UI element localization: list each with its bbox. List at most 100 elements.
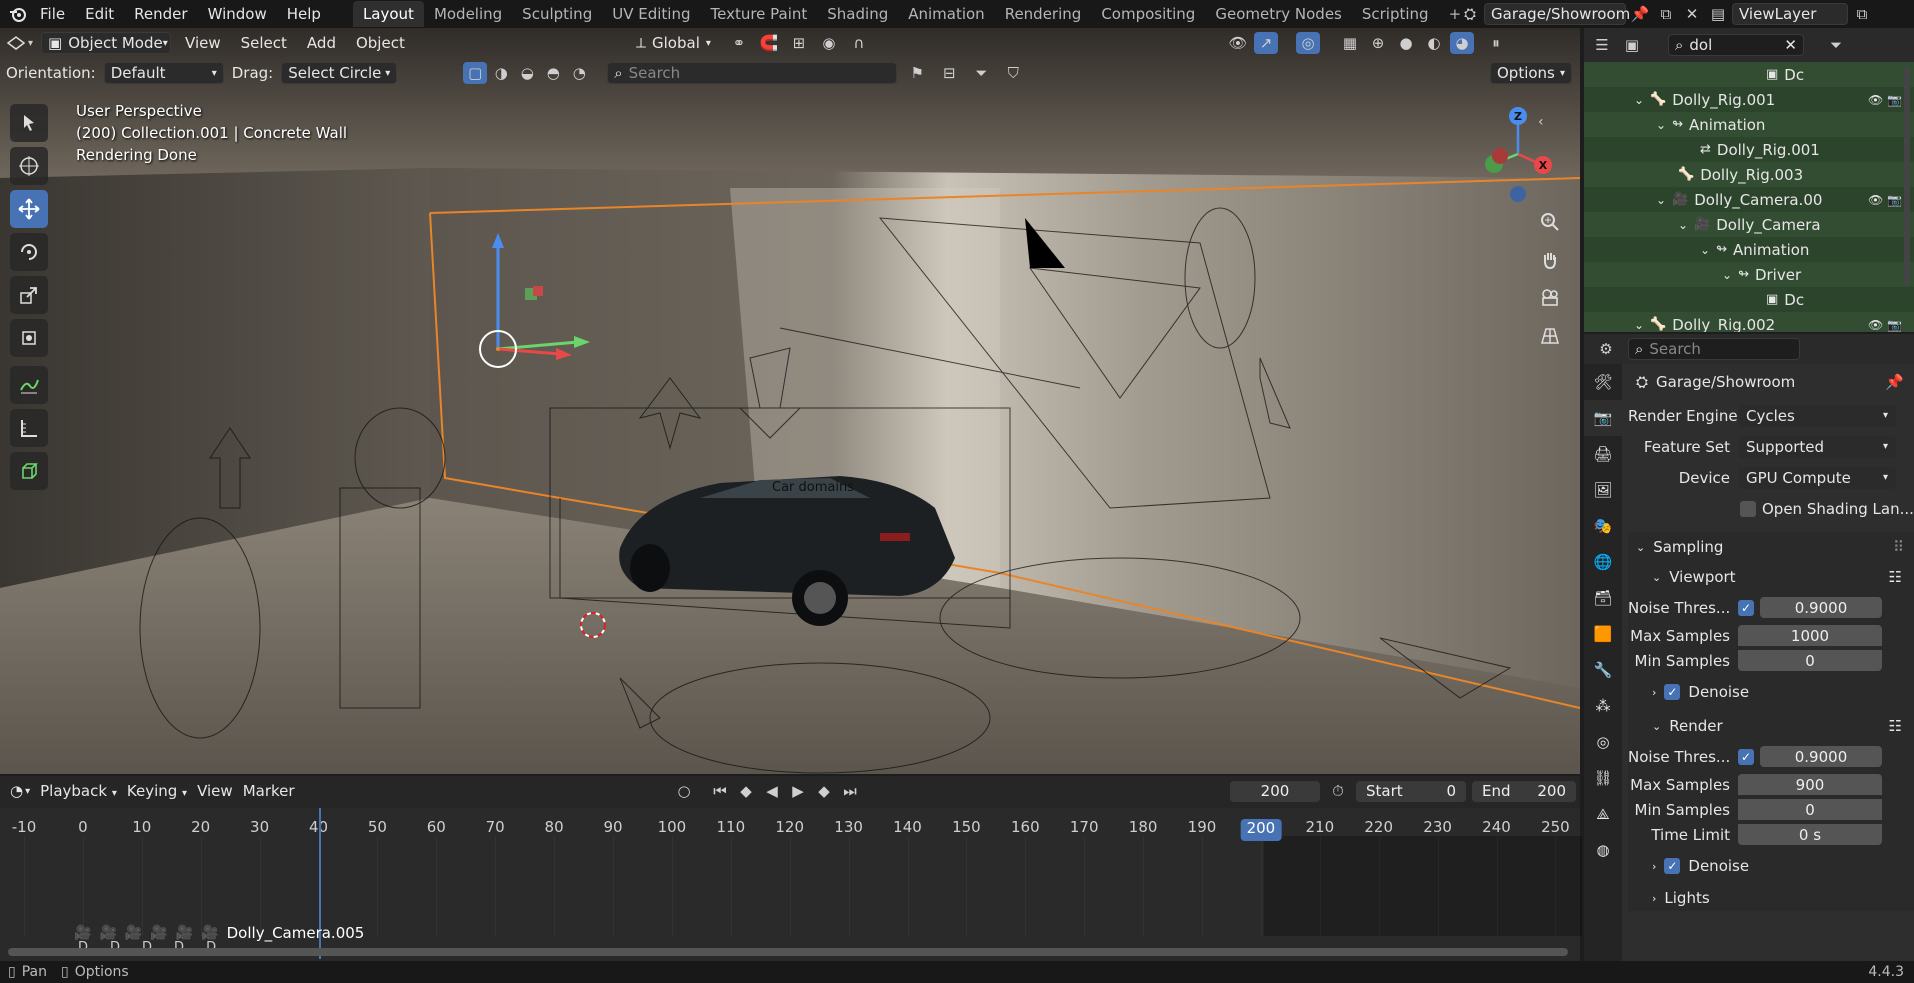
overlay-toggle-icon[interactable]: ◎ — [1296, 32, 1320, 54]
r-denoise-subheader[interactable]: › ✓ Denoise — [1628, 847, 1914, 885]
particles-tab-icon[interactable]: ⁂ — [1584, 688, 1622, 724]
tab-compositing[interactable]: Compositing — [1091, 1, 1205, 27]
view-layer-selector[interactable]: ViewLayer — [1732, 3, 1848, 25]
outliner-row[interactable]: ⌄ 🎥 Dolly_Camera — [1584, 212, 1914, 237]
intersect-mode-icon[interactable]: ◔ — [567, 62, 591, 84]
perspective-grid-icon[interactable] — [1534, 320, 1566, 352]
lights-subheader[interactable]: › Lights — [1628, 885, 1914, 911]
r-max-samples-field[interactable]: 900 — [1738, 774, 1882, 795]
drag-handle-icon[interactable]: ⠿ — [1893, 538, 1904, 556]
disclosure-icon[interactable]: ⌄ — [1634, 93, 1644, 107]
pivot-point-icon[interactable]: ⚭ — [727, 32, 751, 54]
3d-viewport[interactable]: Car domains ▾ ▣ Object Mode ▾ View Selec… — [0, 28, 1580, 774]
annotate-tool-icon[interactable] — [10, 366, 48, 404]
subtract-mode-icon[interactable]: ◒ — [515, 62, 539, 84]
tab-geometry-nodes[interactable]: Geometry Nodes — [1205, 1, 1352, 27]
gizmo-toggle-icon[interactable]: ↗ — [1254, 32, 1278, 54]
extend-mode-icon[interactable]: ◑ — [489, 62, 513, 84]
render-tab-icon[interactable]: 📷 — [1584, 400, 1622, 436]
properties-editor-icon[interactable]: ⚙ — [1594, 338, 1618, 360]
camera-marker-icon[interactable]: 🎥 — [201, 925, 218, 941]
options-dropdown[interactable]: Options ▾ — [1490, 62, 1572, 84]
visibility-icon[interactable]: 👁 — [1226, 32, 1250, 54]
tab-uv-editing[interactable]: UV Editing — [602, 1, 700, 27]
tab-scripting[interactable]: Scripting — [1352, 1, 1439, 27]
xray-icon[interactable]: ▦ — [1338, 32, 1362, 54]
disclosure-icon[interactable]: ⌄ — [1656, 193, 1666, 207]
view-layer-tab-icon[interactable]: 🖼 — [1584, 472, 1622, 508]
outliner-row[interactable]: ⇄ Dolly_Rig.001 — [1584, 137, 1914, 162]
copy-layer-icon[interactable]: ⧉ — [1850, 3, 1874, 25]
vp-denoise-subheader[interactable]: › ✓ Denoise — [1628, 673, 1914, 711]
mode-dropdown[interactable]: ▣ Object Mode ▾ — [41, 32, 172, 54]
camera-marker-icon[interactable]: 🎥 — [125, 925, 142, 941]
timeline-track-area[interactable]: -100102030405060708090100110120130140150… — [0, 808, 1582, 961]
tab-sculpting[interactable]: Sculpting — [512, 1, 602, 27]
invert-mode-icon[interactable]: ◓ — [541, 62, 565, 84]
r-noise-checkbox[interactable]: ✓ — [1738, 748, 1754, 765]
snap-target-icon[interactable]: ⊞ — [787, 32, 811, 54]
pause-render-icon[interactable]: ⏸ — [1484, 32, 1508, 54]
sampling-header[interactable]: ⌄ Sampling ⠿ — [1628, 532, 1914, 562]
outliner-row[interactable]: ▣ Dc — [1584, 62, 1914, 87]
shield-icon[interactable]: ⛉ — [1001, 62, 1025, 84]
device-dropdown[interactable]: GPU Compute ▾ — [1738, 466, 1896, 489]
copy-scene-icon[interactable]: ⧉ — [1654, 3, 1678, 25]
outliner-row[interactable]: ⌄ 🎥 Dolly_Camera.00 👁 📷 — [1584, 187, 1914, 212]
outliner-row[interactable]: ⌄ ↬ Driver — [1584, 262, 1914, 287]
presets-icon[interactable]: ☷ — [1889, 717, 1902, 735]
data-tab-icon[interactable]: ⟁ — [1584, 796, 1622, 832]
tab-texture-paint[interactable]: Texture Paint — [700, 1, 817, 27]
menu-window[interactable]: Window — [198, 5, 277, 23]
filter-icon[interactable]: ⏷ — [969, 62, 993, 84]
time-limit-field[interactable]: 0 s — [1738, 824, 1882, 845]
viewport-search-input[interactable]: ⌕ Search — [607, 62, 898, 84]
world-tab-icon[interactable]: 🌐 — [1584, 544, 1622, 580]
frame-ruler[interactable]: -100102030405060708090100110120130140150… — [0, 776, 1580, 836]
render-subheader[interactable]: ⌄ Render ☷ — [1628, 711, 1914, 741]
r-denoise-checkbox[interactable]: ✓ — [1664, 858, 1681, 874]
scene-icon[interactable]: ⛭ — [1458, 3, 1482, 25]
outliner-search-input[interactable]: ⌕ dol ✕ — [1668, 34, 1804, 56]
outliner-row[interactable]: ⌄ ↬ Animation — [1584, 237, 1914, 262]
menu-object[interactable]: Object — [350, 34, 411, 52]
outliner[interactable]: ☰ ▣ ⌕ dol ✕ ⏷ ▣ Dc ⌄ 🦴 Dolly_Rig.001 👁 📷 ⌄ ↬ Anim… — [1584, 28, 1914, 332]
disclosure-icon[interactable]: ⌄ — [1678, 218, 1688, 232]
orientation-dropdown[interactable]: Default ▾ — [103, 62, 224, 84]
vp-noise-checkbox[interactable]: ✓ — [1738, 599, 1754, 616]
render-engine-dropdown[interactable]: Cycles ▾ — [1738, 404, 1896, 427]
clear-search-icon[interactable]: ✕ — [1784, 36, 1797, 54]
view-layer-icon[interactable]: ▤ — [1706, 3, 1730, 25]
transform-orientation-dropdown[interactable]: ⟂ Global ▾ — [636, 34, 711, 52]
bookmark-icon[interactable]: ⚑ — [905, 62, 929, 84]
scale-tool-icon[interactable] — [10, 276, 48, 314]
editor-type-button[interactable]: ▾ — [6, 34, 33, 52]
vp-max-samples-field[interactable]: 1000 — [1738, 625, 1882, 646]
modifier-tab-icon[interactable]: 🔧 — [1584, 652, 1622, 688]
visibility-toggle-icon[interactable]: 👁 📷 — [1868, 93, 1902, 107]
camera-marker-icon[interactable]: 🎥 — [99, 925, 116, 941]
solid-shading-icon[interactable]: ● — [1394, 32, 1418, 54]
select-mode-icon[interactable]: ▢ — [463, 62, 488, 84]
menu-edit[interactable]: Edit — [75, 5, 124, 23]
tab-animation[interactable]: Animation — [898, 1, 994, 27]
rotate-tool-icon[interactable] — [10, 233, 48, 271]
physics-tab-icon[interactable]: ◎ — [1584, 724, 1622, 760]
r-min-samples-field[interactable]: 0 — [1738, 799, 1882, 820]
feature-set-dropdown[interactable]: Supported ▾ — [1738, 435, 1896, 458]
blender-logo-icon[interactable] — [6, 3, 30, 25]
tab-layout[interactable]: Layout — [352, 1, 424, 27]
tool-tab-icon[interactable]: 🛠 — [1584, 364, 1622, 400]
zoom-icon[interactable] — [1534, 206, 1566, 238]
scene-tab-icon[interactable]: 🎭 — [1584, 508, 1622, 544]
disclosure-icon[interactable]: ⌄ — [1700, 243, 1710, 257]
close-icon[interactable]: ✕ — [1680, 3, 1704, 25]
disclosure-icon[interactable]: ⌄ — [1722, 268, 1732, 282]
outliner-row[interactable]: ⌄ 🦴 Dolly_Rig.001 👁 📷 — [1584, 87, 1914, 112]
camera-view-icon[interactable] — [1534, 282, 1566, 314]
proportional-edit-icon[interactable]: ◉ — [817, 32, 841, 54]
cursor-tool-icon[interactable] — [10, 147, 48, 185]
rendered-shading-icon[interactable]: ◕ — [1450, 32, 1474, 54]
properties-search-input[interactable]: ⌕ Search — [1628, 338, 1800, 360]
visibility-toggle-icon[interactable]: 👁 📷 — [1868, 193, 1902, 207]
